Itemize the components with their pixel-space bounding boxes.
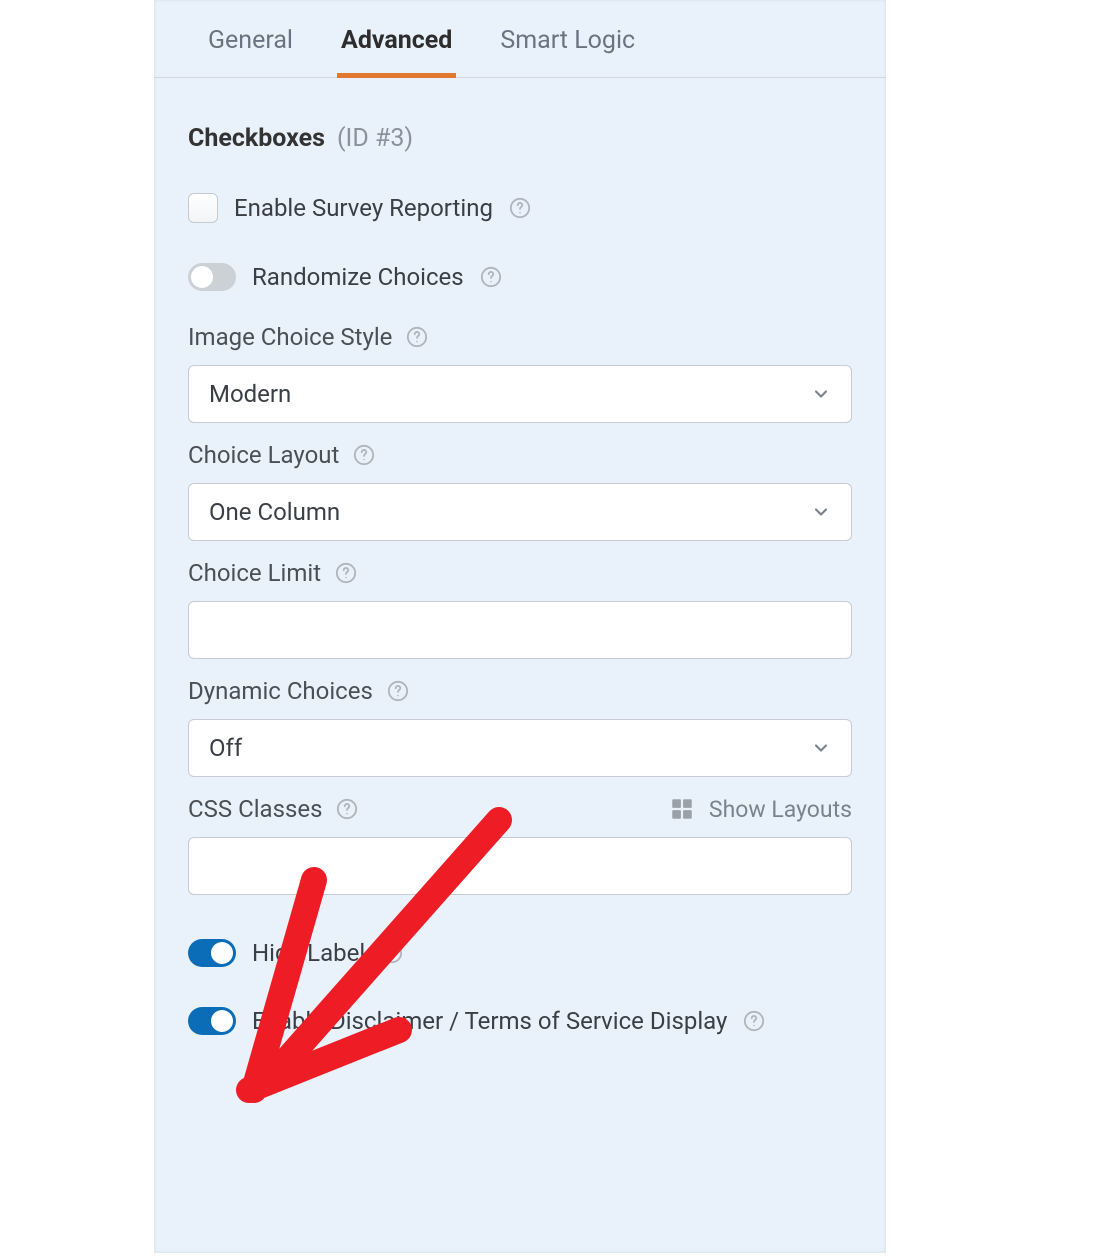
select-value: Modern: [209, 380, 291, 408]
tab-general[interactable]: General: [204, 12, 297, 78]
choice-limit-group: Choice Limit: [154, 547, 886, 665]
choice-limit-input-wrap: [188, 601, 852, 659]
image-choice-style-select[interactable]: Modern: [188, 365, 852, 423]
hide-label-toggle[interactable]: [188, 939, 236, 967]
help-icon[interactable]: [743, 1010, 765, 1032]
help-icon[interactable]: [406, 326, 428, 348]
help-icon[interactable]: [509, 197, 531, 219]
help-icon[interactable]: [381, 942, 403, 964]
chevron-down-icon: [811, 738, 831, 758]
enable-survey-row: Enable Survey Reporting: [154, 173, 886, 243]
randomize-row: Randomize Choices: [154, 243, 886, 311]
section-id: (ID #3): [337, 124, 413, 153]
help-icon[interactable]: [353, 444, 375, 466]
css-classes-group: CSS Classes Show Layouts: [154, 783, 886, 901]
enable-survey-label: Enable Survey Reporting: [234, 194, 493, 222]
choice-limit-label: Choice Limit: [188, 559, 321, 587]
show-layouts-label: Show Layouts: [709, 796, 852, 823]
hide-label-row: Hide Label: [154, 919, 886, 987]
help-icon[interactable]: [480, 266, 502, 288]
enable-survey-checkbox[interactable]: [188, 193, 218, 223]
section-header: Checkboxes (ID #3): [154, 78, 886, 173]
help-icon[interactable]: [335, 562, 357, 584]
choice-layout-label: Choice Layout: [188, 441, 339, 469]
dynamic-choices-select[interactable]: Off: [188, 719, 852, 777]
tab-advanced[interactable]: Advanced: [337, 12, 456, 78]
choice-limit-input[interactable]: [209, 602, 831, 658]
image-choice-style-label: Image Choice Style: [188, 323, 392, 351]
css-classes-label: CSS Classes: [188, 795, 322, 823]
choice-layout-group: Choice Layout One Column: [154, 429, 886, 547]
randomize-label: Randomize Choices: [252, 263, 464, 291]
image-choice-style-group: Image Choice Style Modern: [154, 311, 886, 429]
show-layouts-button[interactable]: Show Layouts: [669, 796, 852, 823]
hide-label-label: Hide Label: [252, 939, 365, 967]
css-classes-input[interactable]: [209, 838, 831, 894]
tab-smart-logic[interactable]: Smart Logic: [496, 12, 639, 78]
settings-panel: General Advanced Smart Logic Checkboxes …: [154, 0, 886, 1253]
enable-disclaimer-label: Enable Disclaimer / Terms of Service Dis…: [252, 1007, 727, 1035]
enable-disclaimer-row: Enable Disclaimer / Terms of Service Dis…: [154, 987, 886, 1055]
select-value: Off: [209, 734, 242, 762]
enable-disclaimer-toggle[interactable]: [188, 1007, 236, 1035]
select-value: One Column: [209, 498, 340, 526]
choice-layout-select[interactable]: One Column: [188, 483, 852, 541]
grid-icon: [669, 796, 695, 822]
help-icon[interactable]: [387, 680, 409, 702]
dynamic-choices-group: Dynamic Choices Off: [154, 665, 886, 783]
css-classes-input-wrap: [188, 837, 852, 895]
chevron-down-icon: [811, 384, 831, 404]
section-title: Checkboxes: [188, 124, 325, 153]
tabs-bar: General Advanced Smart Logic: [154, 0, 886, 78]
dynamic-choices-label: Dynamic Choices: [188, 677, 373, 705]
randomize-toggle[interactable]: [188, 263, 236, 291]
help-icon[interactable]: [336, 798, 358, 820]
chevron-down-icon: [811, 502, 831, 522]
